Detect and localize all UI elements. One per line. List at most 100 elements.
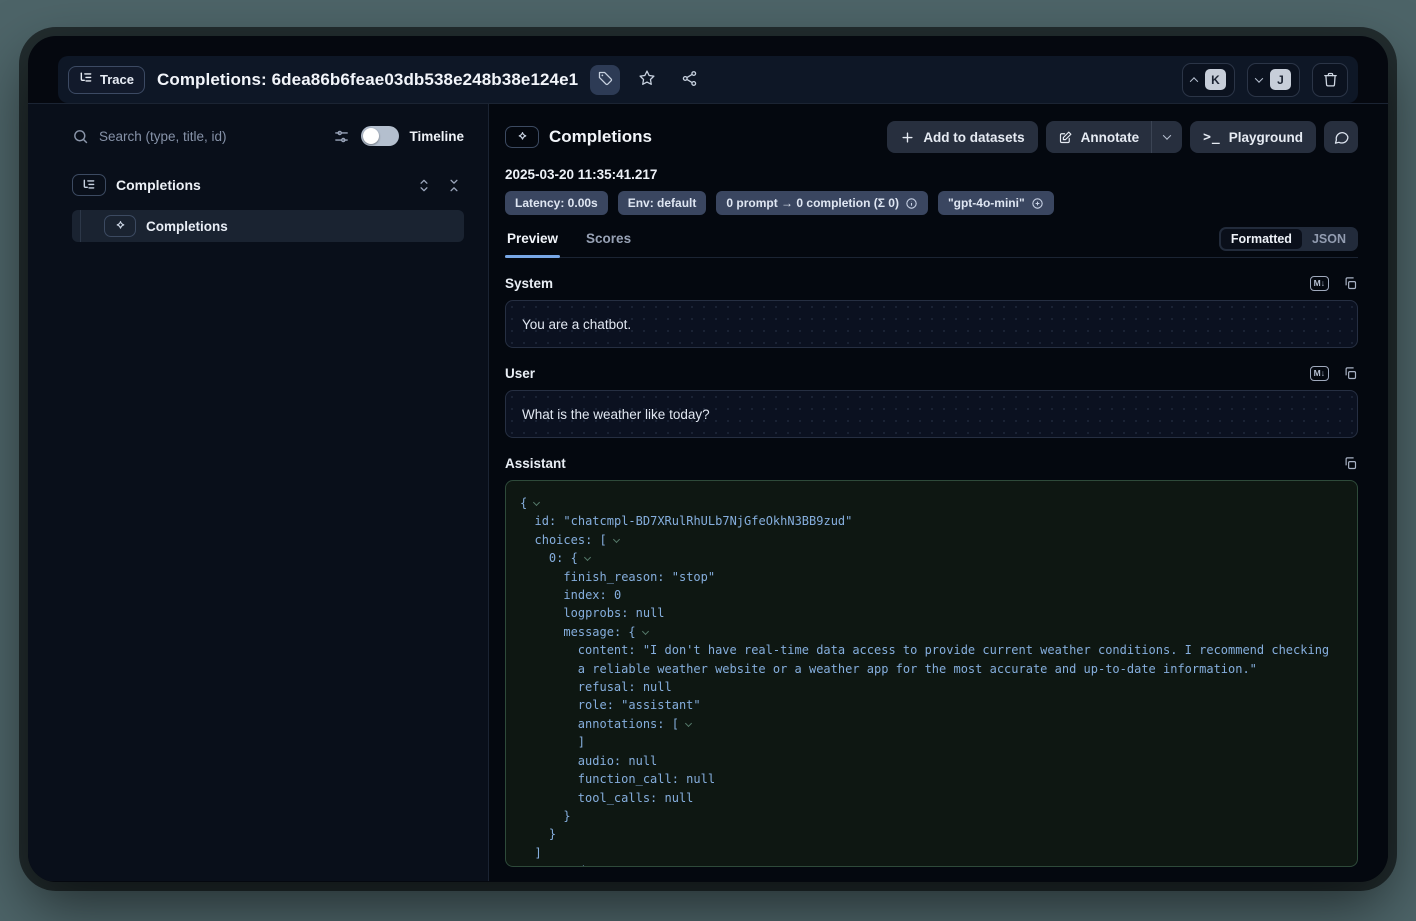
copy-button[interactable] <box>1343 276 1358 291</box>
generation-icon <box>505 126 539 148</box>
search-input[interactable] <box>99 129 321 144</box>
search-row: Timeline <box>72 120 464 152</box>
copy-icon <box>1343 456 1358 471</box>
json-line: id: "chatcmpl-BD7XRulRhULb7NjGfeOkhN3BB9… <box>520 512 1343 530</box>
share-icon <box>681 70 698 90</box>
observation-panel: Completions Add to datasets A <box>489 104 1388 881</box>
terminal-icon: >_ <box>1203 130 1221 145</box>
copy-button[interactable] <box>1343 456 1358 471</box>
annotate-button[interactable]: Annotate <box>1046 121 1152 153</box>
collapse-node-icon[interactable] <box>685 720 692 727</box>
annotate-dropdown-button[interactable] <box>1152 121 1182 153</box>
json-line: message: { <box>520 623 1343 641</box>
trash-icon <box>1322 71 1339 88</box>
collapse-node-icon[interactable] <box>533 499 540 506</box>
keycap-k: K <box>1205 69 1226 90</box>
copy-icon <box>1343 366 1358 381</box>
tag-icon <box>597 70 614 90</box>
tab-preview[interactable]: Preview <box>505 227 560 257</box>
format-toggle: Formatted JSON <box>1219 227 1358 251</box>
tabs-bar: Preview Scores Formatted JSON <box>505 227 1358 258</box>
expand-all-icon <box>417 178 431 193</box>
generation-icon <box>104 215 136 237</box>
message-section-user: User M↓ What is the weather like today? <box>505 366 1358 438</box>
page-title: Completions: 6dea86b6feae03db538e248b38e… <box>157 70 578 90</box>
format-json-option[interactable]: JSON <box>1302 229 1356 249</box>
filter-button[interactable] <box>331 126 351 146</box>
expand-all-button[interactable] <box>414 175 434 195</box>
top-bar: Trace Completions: 6dea86b6feae03db538e2… <box>58 56 1358 103</box>
info-icon <box>905 197 918 210</box>
timeline-toggle[interactable] <box>361 126 399 146</box>
markdown-icon[interactable]: M↓ <box>1310 276 1329 290</box>
action-buttons: Add to datasets Annotate <box>887 121 1358 153</box>
copy-icon <box>1343 276 1358 291</box>
timeline-label: Timeline <box>409 129 464 144</box>
delete-trace-button[interactable] <box>1312 63 1348 97</box>
trace-tree-sidebar: Timeline Completions <box>28 104 489 881</box>
next-trace-button[interactable]: J <box>1247 63 1300 97</box>
plus-circle-icon <box>1031 197 1044 210</box>
trace-badge-label: Trace <box>100 72 134 87</box>
message-content: What is the weather like today? <box>505 390 1358 438</box>
comment-button[interactable] <box>1324 121 1358 153</box>
json-line: tool_calls: null <box>520 789 1343 807</box>
json-line: ] <box>520 733 1343 751</box>
collapse-all-icon <box>447 178 461 193</box>
prev-trace-button[interactable]: K <box>1182 63 1235 97</box>
tree-item-completions-selected[interactable]: Completions <box>72 210 464 242</box>
json-line: annotations: [ <box>520 715 1343 733</box>
chevron-down-icon <box>1255 74 1263 82</box>
assistant-json-viewer: {id: "chatcmpl-BD7XRulRhULb7NjGfeOkhN3BB… <box>505 480 1358 867</box>
list-tree-icon <box>72 174 106 196</box>
observation-title: Completions <box>549 127 652 147</box>
format-formatted-option[interactable]: Formatted <box>1221 229 1302 249</box>
observation-timestamp: 2025-03-20 11:35:41.217 <box>505 167 1358 182</box>
json-line: ] <box>520 844 1343 862</box>
json-line: choices: [ <box>520 531 1343 549</box>
collapse-all-button[interactable] <box>444 175 464 195</box>
toggle-knob <box>363 128 379 144</box>
collapse-node-icon[interactable] <box>613 536 620 543</box>
json-line: } <box>520 825 1343 843</box>
tree-item-trace-root[interactable]: Completions <box>72 174 464 196</box>
json-line: created: 1742470541 <box>520 862 1343 867</box>
share-button[interactable] <box>674 65 704 95</box>
json-line: refusal: null <box>520 678 1343 696</box>
json-line: logprobs: null <box>520 604 1343 622</box>
content-area: Timeline Completions <box>28 103 1388 881</box>
list-tree-icon <box>79 71 93 88</box>
playground-button[interactable]: >_ Playground <box>1190 121 1316 153</box>
markdown-icon[interactable]: M↓ <box>1310 366 1329 380</box>
tree-root-label: Completions <box>116 177 201 193</box>
tag-button[interactable] <box>590 65 620 95</box>
model-badge[interactable]: "gpt-4o-mini" <box>938 191 1054 215</box>
add-to-datasets-button[interactable]: Add to datasets <box>887 121 1037 153</box>
collapse-node-icon[interactable] <box>642 628 649 635</box>
env-badge: Env: default <box>618 191 707 215</box>
chevron-down-icon <box>1163 131 1171 139</box>
role-label: System <box>505 276 553 291</box>
json-line: 0: { <box>520 549 1343 567</box>
annotate-split-button: Annotate <box>1046 121 1183 153</box>
tokens-badge[interactable]: 0 prompt → 0 completion (Σ 0) <box>716 191 928 215</box>
json-line: audio: null <box>520 752 1343 770</box>
chevron-up-icon <box>1190 77 1198 85</box>
search-icon <box>72 128 89 145</box>
keycap-j: J <box>1270 69 1291 90</box>
message-section-assistant: Assistant {id: "chatcmpl-BD7XRulRhULb7Nj… <box>505 456 1358 867</box>
role-label: Assistant <box>505 456 566 471</box>
json-line: { <box>520 494 1343 512</box>
metrics-badges: Latency: 0.00s Env: default 0 prompt → 0… <box>505 191 1358 215</box>
json-line: } <box>520 807 1343 825</box>
copy-button[interactable] <box>1343 366 1358 381</box>
edit-icon <box>1058 130 1073 145</box>
tree-child-label: Completions <box>146 219 228 234</box>
json-line: finish_reason: "stop" <box>520 568 1343 586</box>
collapse-node-icon[interactable] <box>584 554 591 561</box>
json-line: index: 0 <box>520 586 1343 604</box>
tab-scores[interactable]: Scores <box>584 227 633 257</box>
trace-badge[interactable]: Trace <box>68 66 145 94</box>
json-line: function_call: null <box>520 770 1343 788</box>
star-button[interactable] <box>632 65 662 95</box>
